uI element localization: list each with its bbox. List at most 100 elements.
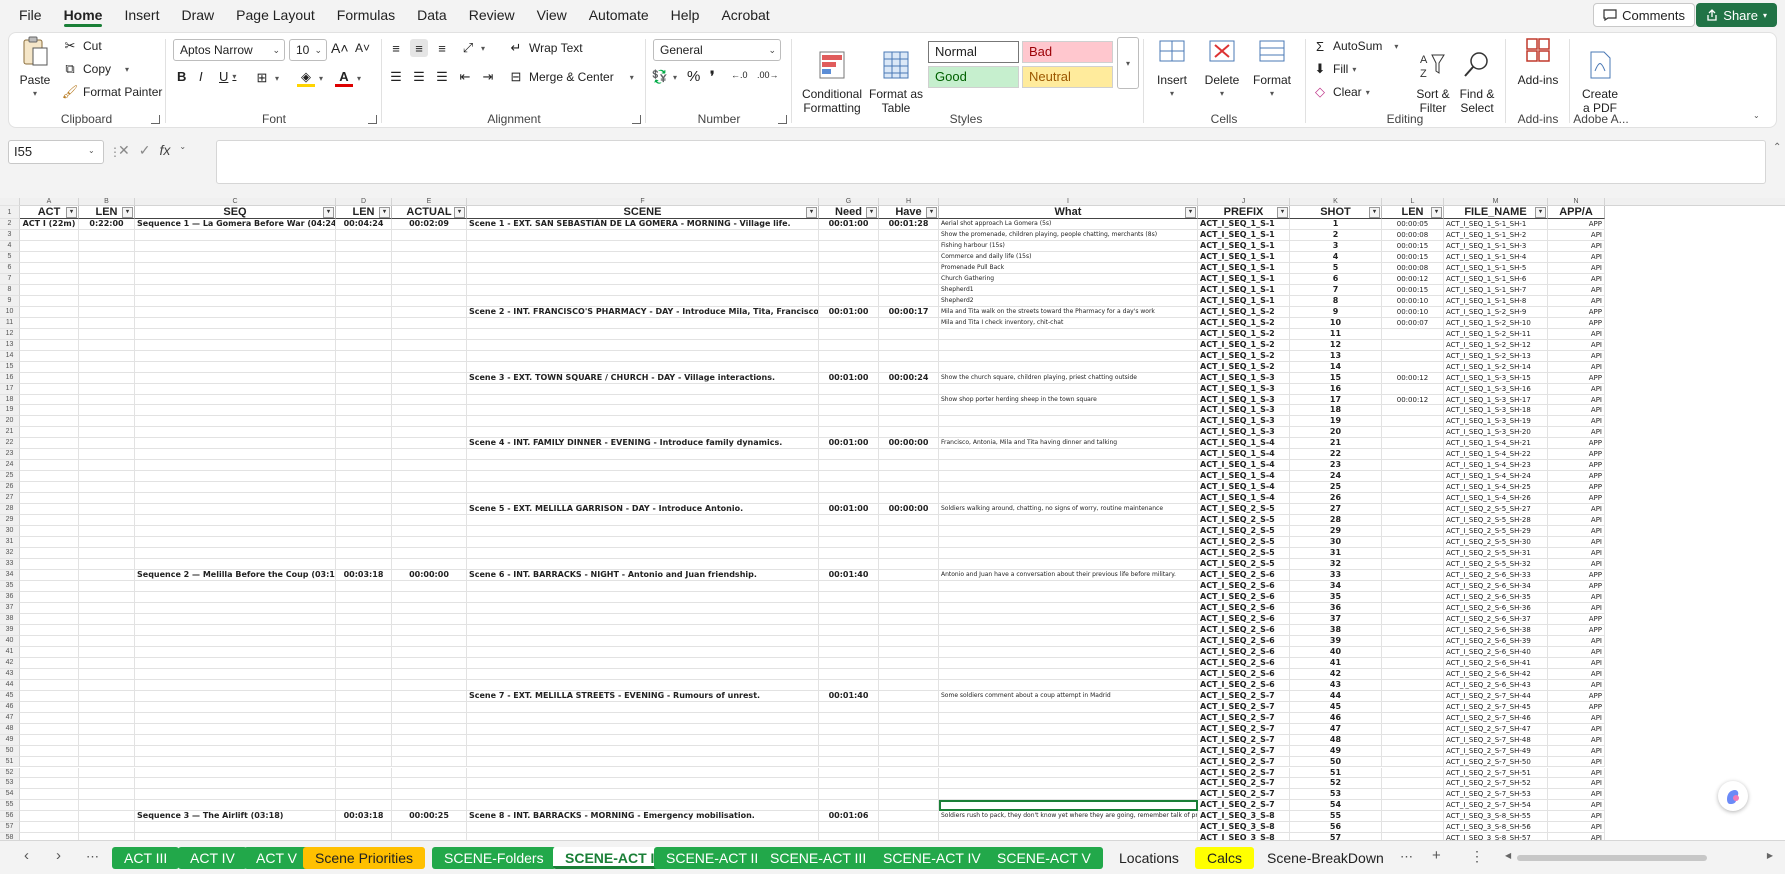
table-cell[interactable] <box>392 383 467 395</box>
table-cell[interactable]: 56 <box>1290 822 1382 834</box>
table-cell[interactable]: 49 <box>1290 745 1382 757</box>
table-cell[interactable] <box>467 657 819 669</box>
table-cell[interactable]: Scene 7 - EXT. MELILLA STREETS - EVENING… <box>467 690 819 702</box>
table-cell[interactable]: ACT_I_SEQ_1_S-1 <box>1198 284 1290 296</box>
table-cell[interactable] <box>1382 767 1444 779</box>
table-cell[interactable]: 00:00:24 <box>879 372 939 384</box>
table-cell[interactable]: API <box>1548 800 1605 812</box>
table-cell[interactable]: Church Gathering <box>939 273 1198 285</box>
table-cell[interactable]: ACT_I_SEQ_2_S-6_SH-39 <box>1444 635 1548 647</box>
table-cell[interactable] <box>392 339 467 351</box>
table-cell[interactable] <box>79 471 135 483</box>
row-number[interactable]: 47 <box>0 712 20 724</box>
table-cell[interactable] <box>135 383 336 395</box>
table-cell[interactable] <box>79 251 135 263</box>
table-cell[interactable] <box>79 767 135 779</box>
table-cell[interactable] <box>1382 350 1444 362</box>
table-cell[interactable]: ACT_I_SEQ_1_S-4_SH-24 <box>1444 471 1548 483</box>
table-cell[interactable] <box>1382 383 1444 395</box>
table-cell[interactable] <box>939 767 1198 779</box>
name-box-chevron-icon[interactable]: ⌄ <box>88 146 95 155</box>
table-cell[interactable] <box>336 745 392 757</box>
table-cell[interactable] <box>1382 537 1444 549</box>
table-cell[interactable] <box>336 449 392 461</box>
table-cell[interactable] <box>939 624 1198 636</box>
table-cell[interactable] <box>336 306 392 318</box>
italic-button[interactable]: I <box>199 69 203 84</box>
increase-indent-button[interactable]: ⇥ <box>479 68 497 86</box>
increase-font-button[interactable]: A˄ <box>331 40 349 56</box>
table-cell[interactable] <box>819 515 879 527</box>
merge-center-button[interactable]: ⊟ Merge & Center ▾ <box>507 68 634 86</box>
table-cell[interactable]: ACT_I_SEQ_2_S-5_SH-29 <box>1444 526 1548 538</box>
table-cell[interactable]: ACT_I_SEQ_1_S-1 <box>1198 251 1290 263</box>
table-cell[interactable]: ACT_I_SEQ_2_S-6 <box>1198 657 1290 669</box>
table-cell[interactable]: ACT_I_SEQ_2_S-6 <box>1198 613 1290 625</box>
table-cell[interactable] <box>20 646 79 658</box>
table-cell[interactable]: ACT_I_SEQ_1_S-2_SH-10 <box>1444 317 1548 329</box>
table-cell[interactable] <box>135 438 336 450</box>
insert-function-icon[interactable]: fx <box>159 142 170 159</box>
table-cell[interactable]: 1 <box>1290 219 1382 230</box>
row-number[interactable]: 27 <box>0 493 20 505</box>
table-cell[interactable]: 37 <box>1290 613 1382 625</box>
table-cell[interactable]: ACT_I_SEQ_2_S-6_SH-38 <box>1444 624 1548 636</box>
table-cell[interactable]: 53 <box>1290 789 1382 801</box>
table-cell[interactable]: 18 <box>1290 405 1382 417</box>
table-cell[interactable] <box>135 701 336 713</box>
table-cell[interactable] <box>79 273 135 285</box>
table-cell[interactable] <box>336 613 392 625</box>
row-number[interactable]: 22 <box>0 438 20 450</box>
table-cell[interactable]: 43 <box>1290 679 1382 691</box>
table-cell[interactable] <box>135 756 336 768</box>
table-cell[interactable] <box>467 482 819 494</box>
table-cell[interactable] <box>20 624 79 636</box>
table-cell[interactable]: ACT_I_SEQ_1_S-2 <box>1198 350 1290 362</box>
row-number[interactable]: 35 <box>0 581 20 592</box>
column-header[interactable]: M <box>1444 198 1548 206</box>
table-cell[interactable]: APP <box>1548 471 1605 483</box>
table-cell[interactable] <box>79 526 135 538</box>
table-cell[interactable] <box>1382 570 1444 581</box>
menu-view[interactable]: View <box>526 0 578 30</box>
table-cell[interactable]: ACT_I_SEQ_1_S-2_SH-11 <box>1444 328 1548 340</box>
table-cell[interactable] <box>135 240 336 252</box>
table-cell[interactable] <box>20 690 79 702</box>
table-cell[interactable]: ACT_I_SEQ_2_S-6_SH-33 <box>1444 570 1548 581</box>
table-cell[interactable] <box>20 679 79 691</box>
table-cell[interactable]: API <box>1548 745 1605 757</box>
table-cell[interactable]: Mila and Tita I check inventory, chit-ch… <box>939 317 1198 329</box>
table-cell[interactable] <box>392 833 467 840</box>
row-number[interactable]: 24 <box>0 460 20 472</box>
table-cell[interactable] <box>392 778 467 790</box>
row-number[interactable]: 55 <box>0 800 20 812</box>
table-cell[interactable] <box>819 581 879 592</box>
table-cell[interactable] <box>79 822 135 834</box>
table-cell[interactable] <box>1382 635 1444 647</box>
table-cell[interactable]: API <box>1548 811 1605 823</box>
table-cell[interactable] <box>336 789 392 801</box>
table-cell[interactable]: 55 <box>1290 811 1382 823</box>
table-cell[interactable] <box>939 361 1198 373</box>
table-cell[interactable]: 38 <box>1290 624 1382 636</box>
paste-button[interactable]: Paste ▾ <box>15 35 55 101</box>
table-cell[interactable] <box>392 372 467 384</box>
table-cell[interactable]: 00:01:00 <box>819 306 879 318</box>
table-cell[interactable] <box>392 416 467 428</box>
table-cell[interactable] <box>336 635 392 647</box>
table-cell[interactable]: API <box>1548 668 1605 680</box>
row-number[interactable]: 41 <box>0 646 20 658</box>
table-cell[interactable] <box>336 394 392 406</box>
table-cell[interactable] <box>336 712 392 724</box>
table-cell[interactable]: ACT_I_SEQ_2_S-7 <box>1198 712 1290 724</box>
table-cell[interactable] <box>939 405 1198 417</box>
table-cell[interactable] <box>79 635 135 647</box>
table-cell[interactable]: Shepherd2 <box>939 295 1198 307</box>
table-cell[interactable]: ACT_I_SEQ_2_S-6_SH-34 <box>1444 581 1548 592</box>
table-cell[interactable] <box>467 668 819 680</box>
table-cell[interactable] <box>1382 800 1444 812</box>
table-cell[interactable] <box>135 734 336 746</box>
table-cell[interactable] <box>392 613 467 625</box>
table-cell[interactable] <box>336 372 392 384</box>
table-cell[interactable]: ACT_I_SEQ_3_S-8 <box>1198 822 1290 834</box>
